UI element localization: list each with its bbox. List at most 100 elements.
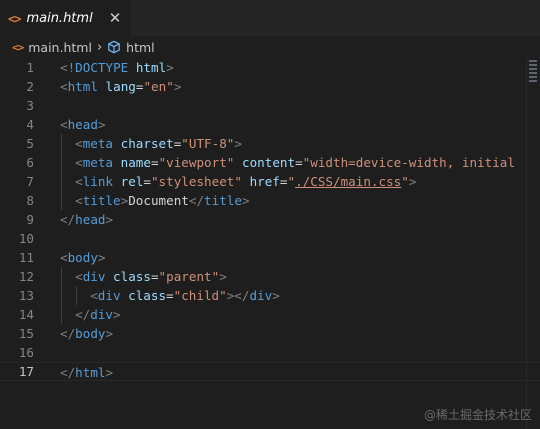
code-token: charset [120, 136, 174, 151]
code-line[interactable]: 4 < head > [0, 115, 540, 134]
code-line[interactable]: 2 < html lang = "en" > [0, 77, 540, 96]
tab-bar: <> main.html ✕ [0, 0, 540, 36]
code-token: < [75, 269, 83, 284]
code-line[interactable]: 9 </head > [0, 210, 540, 229]
line-number: 7 [26, 174, 34, 189]
code-token: > [241, 193, 250, 208]
line-number: 15 [18, 326, 34, 341]
code-token: > [113, 307, 121, 322]
code-token: > [234, 136, 242, 151]
code-token: = [150, 155, 159, 170]
close-icon[interactable]: ✕ [109, 11, 122, 26]
line-number: 3 [26, 98, 34, 113]
code-token: < [75, 193, 83, 208]
code-text: < html lang = "en" > [60, 77, 181, 96]
line-number: 2 [26, 79, 34, 94]
code-line[interactable]: 17 </html > [0, 362, 540, 381]
code-token: meta [82, 136, 114, 151]
code-token: div [90, 307, 114, 322]
code-token: < [90, 288, 98, 303]
code-token: div [82, 269, 106, 284]
code-token: = [166, 288, 174, 303]
code-token: " [401, 174, 409, 189]
code-token: < [75, 136, 83, 151]
code-text: </body > [60, 324, 113, 343]
chevron-right-icon: › [96, 39, 103, 55]
html-file-icon: <> [12, 40, 24, 54]
code-token: body [67, 250, 98, 265]
code-text: </html > [60, 363, 113, 382]
indent-guide [61, 153, 62, 172]
code-token: head [67, 117, 98, 132]
code-token: html [67, 79, 98, 94]
code-line[interactable]: 10 [0, 229, 540, 248]
code-line[interactable]: 5 < meta charset = "UTF-8" > [0, 134, 540, 153]
code-token: "parent" [158, 269, 220, 284]
code-token: = [279, 174, 288, 189]
line-number: 6 [26, 155, 34, 170]
code-token: link [82, 174, 114, 189]
watermark: @稀土掘金技术社区 [423, 408, 532, 422]
line-number: 9 [26, 212, 34, 227]
code-line[interactable]: 8 < title > Document </title > [0, 191, 540, 210]
code-editor[interactable]: 1 <! DOCTYPE html > 2 < html lang = "en" > 3 4 < head… [0, 58, 540, 381]
code-line[interactable]: 6 < meta name = "viewport" content = "width=de… [0, 153, 540, 172]
breadcrumb-file[interactable]: main.html [28, 40, 92, 55]
breadcrumb: <> main.html › html [0, 36, 540, 58]
code-line[interactable]: 13 < div class = "child" ></div > [0, 286, 540, 305]
code-token: > [105, 365, 114, 380]
code-text: < title > Document </title > [75, 191, 249, 210]
code-line[interactable]: 7 < link rel = "stylesheet" href = " ./CSS/main… [0, 172, 540, 191]
code-token: "child" [173, 288, 227, 303]
line-number: 13 [18, 288, 34, 303]
code-token: body [75, 326, 106, 341]
indent-guide [61, 134, 62, 153]
code-token: div [97, 288, 121, 303]
code-token: class [128, 288, 167, 303]
code-token: rel [120, 174, 144, 189]
indent-guide [76, 286, 78, 305]
code-line[interactable]: 11 < body > [0, 248, 540, 267]
line-number: 16 [18, 345, 34, 360]
code-token: > [219, 269, 227, 284]
indent-guide [61, 286, 62, 305]
minimap[interactable] [526, 58, 540, 88]
line-number: 5 [26, 136, 34, 151]
code-token: < [60, 250, 68, 265]
code-token: > [408, 174, 417, 189]
symbol-cube-icon [107, 40, 121, 54]
code-text: < head > [60, 115, 106, 134]
code-line[interactable]: 16 [0, 343, 540, 362]
code-token: < [60, 117, 68, 132]
code-line[interactable]: 1 <! DOCTYPE html > [0, 58, 540, 77]
code-line[interactable]: 3 [0, 96, 540, 115]
code-token: > [97, 250, 106, 265]
code-token: </ [60, 326, 76, 341]
code-token: </ [60, 365, 76, 380]
code-line[interactable]: 15 </body > [0, 324, 540, 343]
code-token: ></ [226, 288, 250, 303]
code-token: <! [60, 60, 76, 75]
code-token[interactable]: ./CSS/main.css [295, 174, 401, 189]
code-text: < div class = "child" ></div > [90, 286, 280, 305]
breadcrumb-symbol[interactable]: html [126, 40, 154, 55]
code-token: > [97, 117, 106, 132]
code-line[interactable]: 12 < div class = "parent" > [0, 267, 540, 286]
code-line[interactable]: 14 </div > [0, 305, 540, 324]
code-token: title [82, 193, 121, 208]
code-token: title [204, 193, 242, 208]
line-number: 11 [18, 250, 34, 265]
code-token: = [135, 79, 144, 94]
code-text: < meta charset = "UTF-8" > [75, 134, 242, 153]
code-token: class [113, 269, 151, 284]
line-number: 12 [18, 269, 34, 284]
tab-main-html[interactable]: <> main.html ✕ [0, 0, 132, 36]
vertical-scrollbar[interactable] [526, 58, 540, 429]
code-token: < [75, 174, 83, 189]
code-text: < body > [60, 248, 106, 267]
